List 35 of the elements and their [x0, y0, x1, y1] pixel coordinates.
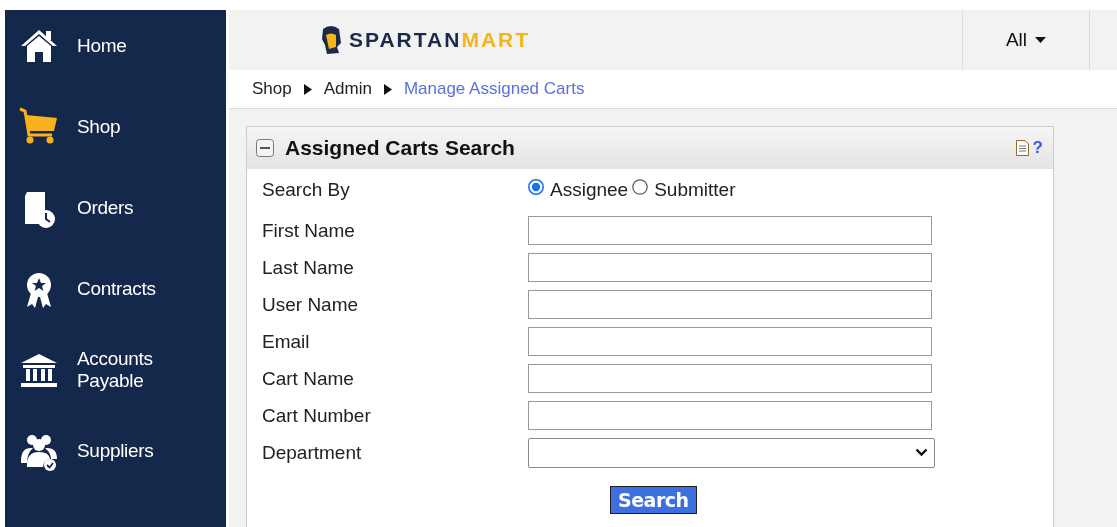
field-label: First Name: [262, 219, 356, 242]
breadcrumb-arrow-icon: [303, 83, 312, 95]
logo-wordmark: SPARTAN MART: [349, 28, 531, 52]
text-input[interactable]: [528, 401, 932, 430]
sidebar-item[interactable]: Home: [5, 24, 226, 68]
radio-option[interactable]: Assignee: [528, 178, 629, 201]
field-label: Cart Number: [262, 404, 372, 427]
radio-option[interactable]: Submitter: [632, 178, 736, 201]
search-button[interactable]: Search: [610, 486, 697, 514]
breadcrumb-link[interactable]: Shop: [252, 79, 292, 99]
field-label: Last Name: [262, 256, 355, 279]
text-input[interactable]: [528, 253, 932, 282]
text-input[interactable]: [528, 216, 932, 245]
help-link[interactable]: ?: [1032, 138, 1043, 158]
breadcrumb-link[interactable]: Manage Assigned Carts: [403, 79, 585, 99]
radio-icon: [632, 178, 649, 195]
panel-title: Assigned Carts Search: [285, 136, 515, 160]
chevron-down-icon: [915, 448, 928, 457]
text-input[interactable]: [528, 327, 932, 356]
radio-selected-icon: [528, 178, 544, 195]
field-label: Department: [262, 441, 363, 464]
field-label: Search By: [262, 178, 351, 201]
field-label: User Name: [262, 293, 360, 316]
caret-icon: [1035, 36, 1047, 44]
document-icon[interactable]: [1015, 140, 1029, 156]
dropdown-select[interactable]: [528, 437, 935, 468]
field-label: Email: [262, 330, 311, 353]
text-input[interactable]: [528, 290, 932, 319]
field-label: Cart Name: [262, 367, 355, 390]
helmet-icon: [319, 25, 343, 55]
breadcrumb-link[interactable]: Admin: [323, 79, 372, 99]
breadcrumb-arrow-icon: [383, 83, 392, 95]
collapse-icon[interactable]: [256, 139, 274, 157]
scope-dropdown[interactable]: All: [962, 10, 1090, 70]
text-input[interactable]: [528, 364, 932, 393]
